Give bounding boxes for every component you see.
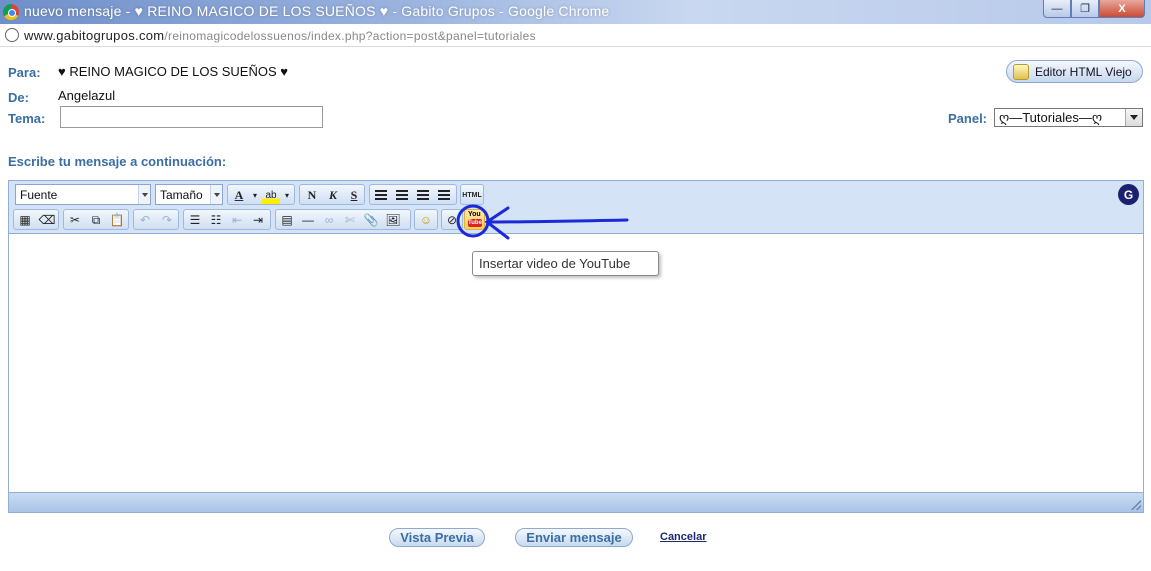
justify-icon bbox=[438, 190, 450, 200]
de-value: Angelazul bbox=[58, 88, 116, 103]
editor-icon bbox=[1013, 63, 1029, 80]
font-select[interactable]: Fuente bbox=[15, 184, 151, 205]
paste-icon[interactable]: 📋 bbox=[108, 211, 126, 229]
undo-icon[interactable]: ↶ bbox=[136, 211, 154, 229]
chevron-down-icon[interactable]: ▾ bbox=[250, 186, 260, 204]
underline-button[interactable]: S bbox=[345, 186, 363, 204]
panel-select[interactable]: ღ—Tutoriales—ღ bbox=[994, 108, 1143, 127]
g-badge-icon[interactable]: G bbox=[1118, 184, 1139, 205]
window-title: nuevo mensaje - ♥ REINO MAGICO DE LOS SU… bbox=[24, 3, 610, 19]
horizontal-rule-icon[interactable]: — bbox=[299, 211, 317, 229]
html-group: HTML bbox=[460, 184, 484, 205]
editor-html-viejo-button[interactable]: Editor HTML Viejo bbox=[1006, 60, 1143, 83]
chevron-down-icon[interactable]: ▾ bbox=[282, 186, 292, 204]
align-group bbox=[369, 184, 457, 205]
preview-button[interactable]: Vista Previa bbox=[389, 528, 485, 547]
minimize-button[interactable]: — bbox=[1043, 0, 1071, 18]
italic-button[interactable]: K bbox=[324, 186, 342, 204]
unlink-icon[interactable]: ✄ bbox=[341, 211, 359, 229]
insert-group: ▤ — ∞ ✄ 📎 🖼 bbox=[275, 209, 411, 230]
history-group: ↶ ↷ bbox=[133, 209, 179, 230]
youtube-button[interactable]: You Tube bbox=[464, 209, 485, 230]
align-center-button[interactable] bbox=[393, 186, 411, 204]
window-titlebar: nuevo mensaje - ♥ REINO MAGICO DE LOS SU… bbox=[0, 0, 1151, 24]
globe-icon bbox=[5, 28, 19, 42]
panel-label: Panel: bbox=[948, 111, 988, 126]
para-label: Para: bbox=[8, 65, 41, 80]
align-left-icon bbox=[375, 190, 387, 200]
close-button[interactable]: X bbox=[1099, 0, 1145, 18]
youtube-tooltip: Insertar video de YouTube bbox=[472, 251, 659, 276]
list-group: ☰ ☷ ⇤ ⇥ bbox=[183, 209, 271, 230]
window-controls: — ❐ X bbox=[1043, 0, 1145, 18]
font-color-icon[interactable]: A bbox=[230, 186, 248, 204]
unordered-list-icon[interactable]: ☷ bbox=[207, 211, 225, 229]
redo-icon[interactable]: ↷ bbox=[158, 211, 176, 229]
para-value: ♥ REINO MAGICO DE LOS SUEÑOS ♥ bbox=[58, 64, 288, 79]
html-button[interactable]: HTML bbox=[462, 186, 481, 204]
outdent-icon[interactable]: ⇤ bbox=[228, 211, 246, 229]
chevron-down-icon[interactable] bbox=[210, 185, 222, 204]
message-editor[interactable]: Fuente Tamaño A ▾ ab ▾ N K S HTML G ▦ ⌫ … bbox=[8, 180, 1144, 513]
panel-select-value: ღ—Tutoriales—ღ bbox=[999, 110, 1103, 125]
cancel-link[interactable]: Cancelar bbox=[660, 531, 706, 543]
image-icon[interactable]: 🖼 bbox=[384, 211, 402, 229]
editor-html-viejo-label: Editor HTML Viejo bbox=[1035, 64, 1132, 79]
compose-label: Escribe tu mensaje a continuación: bbox=[8, 154, 227, 169]
size-select-value: Tamaño bbox=[160, 188, 203, 202]
select-all-icon[interactable]: ▦ bbox=[16, 211, 34, 229]
restore-button[interactable]: ❐ bbox=[1071, 0, 1099, 18]
font-select-value: Fuente bbox=[20, 188, 58, 202]
resize-handle-icon[interactable] bbox=[1131, 500, 1141, 510]
tema-input[interactable] bbox=[60, 106, 323, 128]
table-icon[interactable]: ▤ bbox=[278, 211, 296, 229]
send-button[interactable]: Enviar mensaje bbox=[515, 528, 633, 547]
de-label: De: bbox=[8, 90, 29, 105]
url-host: www.gabitogrupos.com bbox=[24, 28, 165, 43]
align-right-icon bbox=[417, 190, 429, 200]
bold-button[interactable]: N bbox=[303, 186, 321, 204]
justify-button[interactable] bbox=[435, 186, 453, 204]
align-left-button[interactable] bbox=[372, 186, 390, 204]
youtube-you-text: You bbox=[468, 211, 481, 218]
indent-icon[interactable]: ⇥ bbox=[249, 211, 267, 229]
chevron-down-icon[interactable] bbox=[138, 185, 150, 204]
url-path: /reinomagicodelossuenos/index.php?action… bbox=[164, 29, 536, 43]
format-group: N K S bbox=[299, 184, 365, 205]
align-center-icon bbox=[396, 190, 408, 200]
youtube-tube-text: Tube bbox=[468, 219, 482, 227]
size-select[interactable]: Tamaño bbox=[155, 184, 223, 205]
attach-icon[interactable]: 📎 bbox=[362, 211, 380, 229]
color-group: A ▾ ab ▾ bbox=[227, 184, 295, 205]
copy-icon[interactable]: ⧉ bbox=[87, 211, 105, 229]
flash-group: ⊘ bbox=[441, 209, 463, 230]
url-text[interactable]: www.gabitogrupos.com/reinomagicodelossue… bbox=[24, 28, 536, 43]
cut-icon[interactable]: ✂ bbox=[66, 211, 84, 229]
ordered-list-icon[interactable]: ☰ bbox=[186, 211, 204, 229]
select-group: ▦ ⌫ bbox=[13, 209, 59, 230]
flash-icon[interactable]: ⊘ bbox=[443, 211, 461, 229]
chrome-icon bbox=[3, 4, 19, 20]
smiley-icon[interactable]: ☺ bbox=[417, 211, 435, 229]
chevron-down-icon[interactable] bbox=[1125, 109, 1142, 126]
eraser-icon[interactable]: ⌫ bbox=[38, 211, 56, 229]
highlight-icon[interactable]: ab bbox=[262, 186, 280, 204]
address-bar[interactable]: www.gabitogrupos.com/reinomagicodelossue… bbox=[0, 24, 1151, 47]
clipboard-group: ✂ ⧉ 📋 bbox=[63, 209, 129, 230]
editor-footer bbox=[9, 492, 1143, 512]
emoticon-group: ☺ bbox=[414, 209, 438, 230]
tema-label: Tema: bbox=[8, 111, 46, 126]
align-right-button[interactable] bbox=[414, 186, 432, 204]
link-icon[interactable]: ∞ bbox=[320, 211, 338, 229]
editor-toolbar: Fuente Tamaño A ▾ ab ▾ N K S HTML G ▦ ⌫ … bbox=[9, 181, 1143, 234]
